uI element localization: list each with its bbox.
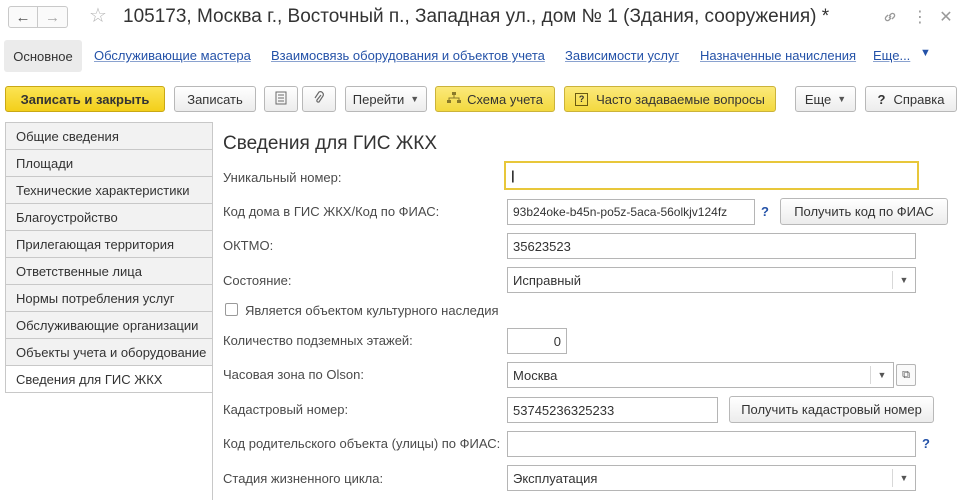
star-icon[interactable]: ☆: [89, 4, 107, 28]
tab-more[interactable]: Еще...: [873, 48, 910, 63]
nav-adjacent-territory[interactable]: Прилегающая территория: [5, 230, 213, 257]
nav-areas[interactable]: Площади: [5, 149, 213, 176]
lifecycle-label: Стадия жизненного цикла:: [223, 471, 384, 486]
underground-floors-value: 0: [553, 333, 561, 349]
nav-technical[interactable]: Технические характеристики: [5, 176, 213, 203]
cultural-heritage-label: Является объектом культурного наследия: [245, 303, 499, 318]
unique-number-input[interactable]: |: [504, 161, 919, 190]
metering-scheme-label: Схема учета: [467, 91, 543, 107]
oktmo-value: 35623523: [513, 238, 571, 254]
caret-down-icon[interactable]: ▼: [893, 268, 915, 292]
goto-label: Перейти: [352, 91, 405, 107]
caret-down-icon[interactable]: ▼: [871, 363, 893, 387]
paperclip-icon: [313, 90, 325, 108]
unique-number-label: Уникальный номер:: [223, 170, 342, 185]
command-bar: Записать и закрыть Записать Перейти ▼ Сх…: [0, 86, 962, 112]
cultural-heritage-checkbox[interactable]: [225, 303, 238, 316]
more-label: Еще: [804, 91, 832, 107]
nav-improvement[interactable]: Благоустройство: [5, 203, 213, 230]
cadastral-value: 53745236325233: [513, 402, 615, 418]
timezone-label: Часовая зона по Olson:: [223, 367, 364, 382]
attach-button[interactable]: [302, 86, 336, 112]
help-icon: ?: [877, 91, 886, 107]
tab-equipment-relation[interactable]: Взаимосвязь оборудования и объектов учет…: [271, 48, 545, 63]
underground-floors-label: Количество подземных этажей:: [223, 333, 413, 348]
save-button[interactable]: Записать: [174, 86, 256, 112]
more-button[interactable]: Еще ▼: [795, 86, 856, 112]
link-icon[interactable]: [880, 7, 900, 27]
nav-responsible-persons[interactable]: Ответственные лица: [5, 257, 213, 284]
title-bar: ← → ☆ 105173, Москва г., Восточный п., З…: [0, 0, 962, 36]
get-fias-code-button[interactable]: Получить код по ФИАС: [780, 198, 948, 225]
caret-down-icon[interactable]: ▼: [893, 466, 915, 490]
state-value: Исправный: [513, 272, 582, 288]
faq-button[interactable]: ? Часто задаваемые вопросы: [564, 86, 776, 112]
parent-code-label: Код родительского объекта (улицы) по ФИА…: [223, 436, 501, 451]
window-title: 105173, Москва г., Восточный п., Западна…: [123, 6, 830, 27]
save-close-button[interactable]: Записать и закрыть: [5, 86, 165, 112]
tab-service-dependencies[interactable]: Зависимости услуг: [565, 48, 679, 63]
timezone-value: Москва: [513, 367, 558, 383]
tab-assigned-charges[interactable]: Назначенные начисления: [700, 48, 856, 63]
goto-button[interactable]: Перейти ▼: [345, 86, 427, 112]
cadastral-input[interactable]: 53745236325233: [507, 397, 718, 423]
faq-label: Часто задаваемые вопросы: [596, 91, 765, 107]
oktmo-label: ОКТМО:: [223, 238, 274, 253]
back-button[interactable]: ←: [8, 6, 38, 28]
chevron-down-icon[interactable]: ▼: [920, 47, 931, 59]
house-code-input[interactable]: 93b24oke-b45n-po5z-5aca-56olkjv124fz: [507, 199, 755, 225]
house-code-help-icon[interactable]: ?: [761, 204, 769, 219]
content-divider: [212, 122, 213, 500]
nav-service-organizations[interactable]: Обслуживающие организации: [5, 311, 213, 338]
forward-button[interactable]: →: [38, 6, 68, 28]
parent-code-input[interactable]: [507, 431, 916, 457]
nav-general-info[interactable]: Общие сведения: [5, 122, 213, 149]
arrow-left-icon: ←: [15, 8, 31, 26]
question-icon: ?: [575, 92, 589, 106]
nav-metering-objects[interactable]: Объекты учета и оборудование: [5, 338, 213, 365]
tab-main[interactable]: Основное: [4, 40, 82, 72]
state-label: Состояние:: [223, 273, 292, 288]
house-code-value: 93b24oke-b45n-po5z-5aca-56olkjv124fz: [513, 205, 728, 219]
help-label: Справка: [893, 91, 945, 107]
scheme-icon: [447, 91, 462, 107]
get-cadastral-button[interactable]: Получить кадастровый номер: [729, 396, 934, 423]
timezone-select[interactable]: Москва ▼: [507, 362, 894, 388]
help-button[interactable]: ? Справка: [865, 86, 957, 112]
parent-code-help-icon[interactable]: ?: [922, 436, 930, 451]
open-window-icon: ⧉: [902, 368, 910, 381]
underground-floors-input[interactable]: 0: [507, 328, 567, 354]
document-list-button[interactable]: [264, 86, 298, 112]
state-select[interactable]: Исправный ▼: [507, 267, 916, 293]
house-code-label: Код дома в ГИС ЖКХ/Код по ФИАС:: [223, 204, 440, 219]
list-icon: [275, 91, 287, 108]
more-menu-icon[interactable]: ⋮: [910, 7, 930, 27]
open-timezone-button[interactable]: ⧉: [896, 364, 916, 386]
cadastral-label: Кадастровый номер:: [223, 402, 349, 417]
tab-service-masters[interactable]: Обслуживающие мастера: [94, 48, 251, 63]
nav-consumption-norms[interactable]: Нормы потребления услуг: [5, 284, 213, 311]
page-title: Сведения для ГИС ЖКХ: [223, 133, 438, 154]
text-cursor: |: [511, 168, 515, 183]
arrow-right-icon: →: [45, 8, 60, 26]
caret-down-icon: ▼: [837, 94, 847, 104]
lifecycle-value: Эксплуатация: [513, 470, 598, 486]
oktmo-input[interactable]: 35623523: [507, 233, 916, 259]
section-nav: Общие сведения Площади Технические харак…: [5, 122, 213, 393]
form-tabs: Основное Обслуживающие мастера Взаимосвя…: [0, 40, 962, 72]
nav-gis-info[interactable]: Сведения для ГИС ЖКХ: [5, 365, 213, 393]
close-icon[interactable]: ✕: [936, 7, 956, 27]
metering-scheme-button[interactable]: Схема учета: [435, 86, 555, 112]
lifecycle-select[interactable]: Эксплуатация ▼: [507, 465, 916, 491]
caret-down-icon: ▼: [410, 94, 420, 104]
